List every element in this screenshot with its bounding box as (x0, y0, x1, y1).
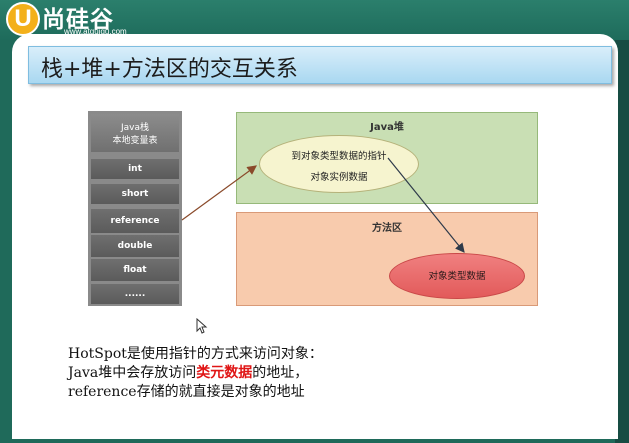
title-banner: 栈+堆+方法区的交互关系 (28, 46, 612, 84)
stack-cell-reference: reference (91, 209, 179, 233)
logo-letter: U (14, 5, 32, 32)
stack-header: Java栈 本地变量表 (91, 114, 179, 152)
note-line-2-pre: Java堆中会存放访问 (68, 365, 197, 381)
method-area-box: 方法区 对象类型数据 (236, 212, 538, 306)
stack-header-subtitle: 本地变量表 (112, 136, 158, 146)
stack-header-title: Java栈 (120, 123, 149, 133)
stack-cell-short: short (91, 184, 179, 204)
note-line-3: reference存储的就直接是对象的地址 (68, 384, 305, 400)
class-data-text: 对象类型数据 (428, 271, 486, 282)
stack-cell-double: double (91, 235, 179, 257)
pointer-text: 到对象类型数据的指针 (291, 151, 387, 162)
note-line-1: HotSpot是使用指针的方式来访问对象： (68, 346, 323, 362)
class-metadata-highlight: 类元数据 (196, 365, 253, 381)
note-line-2: Java堆中会存放访问类元数据的地址， (68, 364, 488, 383)
mouse-cursor-icon (196, 318, 208, 334)
explanation-text: HotSpot是使用指针的方式来访问对象： Java堆中会存放访问类元数据的地址… (68, 345, 488, 402)
note-line-2-post: 的地址， (252, 365, 309, 381)
heap-label: Java堆 (370, 122, 404, 133)
stack-cell-float: float (91, 259, 179, 281)
stack-cell-ellipsis: ...... (91, 284, 179, 304)
java-heap-box: Java堆 到对象类型数据的指针 对象实例数据 (236, 112, 538, 204)
class-data-ellipse: 对象类型数据 (389, 253, 525, 299)
stack-cell-int: int (91, 159, 179, 179)
instance-data-text: 对象实例数据 (310, 172, 368, 183)
object-ellipse: 到对象类型数据的指针 对象实例数据 (259, 135, 419, 193)
java-stack: Java栈 本地变量表 int short reference double f… (88, 111, 182, 306)
logo-icon: U (6, 2, 40, 36)
slide-title: 栈+堆+方法区的交互关系 (41, 57, 298, 82)
method-area-label: 方法区 (372, 223, 402, 234)
